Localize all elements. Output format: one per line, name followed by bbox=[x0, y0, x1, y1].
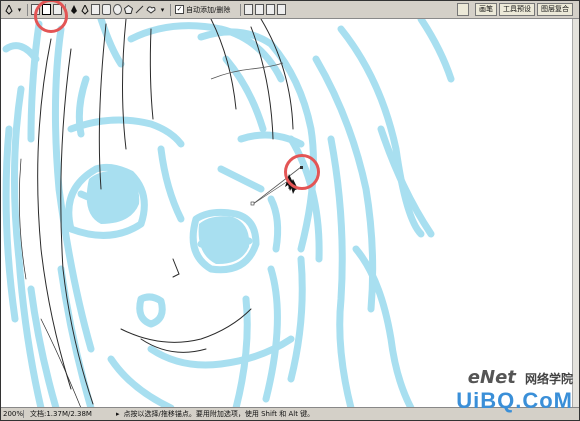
vertical-scrollbar[interactable] bbox=[572, 19, 579, 408]
custom-shape-tool-icon[interactable] bbox=[146, 4, 156, 15]
file-browser-icon[interactable] bbox=[457, 3, 469, 16]
pen-icon[interactable] bbox=[69, 4, 78, 15]
panel-well: 画笔 工具预设 图层复合 bbox=[457, 3, 573, 16]
auto-add-delete-label: 自动添加/删除 bbox=[186, 5, 231, 14]
document-size: 文档:1.37M/2.38M bbox=[30, 410, 92, 418]
document-canvas[interactable] bbox=[1, 1, 579, 412]
line-tool-icon[interactable] bbox=[135, 4, 144, 15]
ellipse-tool-icon[interactable] bbox=[113, 4, 122, 15]
tab-brushes[interactable]: 画笔 bbox=[475, 3, 497, 16]
anchor-point-highlight-circle bbox=[284, 154, 320, 190]
freeform-pen-icon[interactable] bbox=[80, 4, 89, 15]
tab-layer-comps[interactable]: 图层复合 bbox=[537, 3, 573, 16]
path-subtract-icon[interactable] bbox=[255, 4, 265, 15]
watermark-school-name: 网络学院 bbox=[524, 372, 573, 386]
auto-add-delete-checkbox[interactable]: ✓ bbox=[175, 5, 184, 14]
path-intersect-icon[interactable] bbox=[266, 4, 276, 15]
options-bar: ▾ ▾ ✓ 自动添加/删除 画笔 工具预设 图层复合 bbox=[1, 1, 579, 19]
watermark-enet-logo: eNet bbox=[467, 367, 516, 388]
zoom-level[interactable]: 200% bbox=[1, 410, 24, 418]
geometry-options-dropdown-icon[interactable]: ▾ bbox=[158, 4, 167, 15]
tool-preset-dropdown-icon[interactable]: ▾ bbox=[15, 4, 24, 15]
rectangle-tool-icon[interactable] bbox=[91, 4, 100, 15]
artwork bbox=[2, 15, 455, 412]
rounded-rectangle-tool-icon[interactable] bbox=[102, 4, 111, 15]
path-exclude-icon[interactable] bbox=[277, 4, 287, 15]
watermark: eNet 网络学院 UiBQ.CoM bbox=[456, 367, 573, 414]
watermark-site-logo: UiBQ.CoM bbox=[456, 388, 573, 413]
pen-tool-icon[interactable] bbox=[4, 4, 13, 15]
polygon-tool-icon[interactable] bbox=[124, 4, 133, 15]
tab-tool-presets[interactable]: 工具预设 bbox=[499, 3, 535, 16]
path-combine-icon[interactable] bbox=[244, 4, 254, 15]
status-hint: 点按以选择/拖移锚点。要用附加选项，使用 Shift 和 Alt 键。 bbox=[123, 410, 315, 418]
paths-mode-highlight-circle bbox=[34, 1, 68, 33]
blue-sketch-layer bbox=[2, 15, 455, 412]
photoshop-window: ▾ ▾ ✓ 自动添加/删除 画笔 工具预设 图层复合 200% 文档:1.37M… bbox=[0, 0, 580, 421]
